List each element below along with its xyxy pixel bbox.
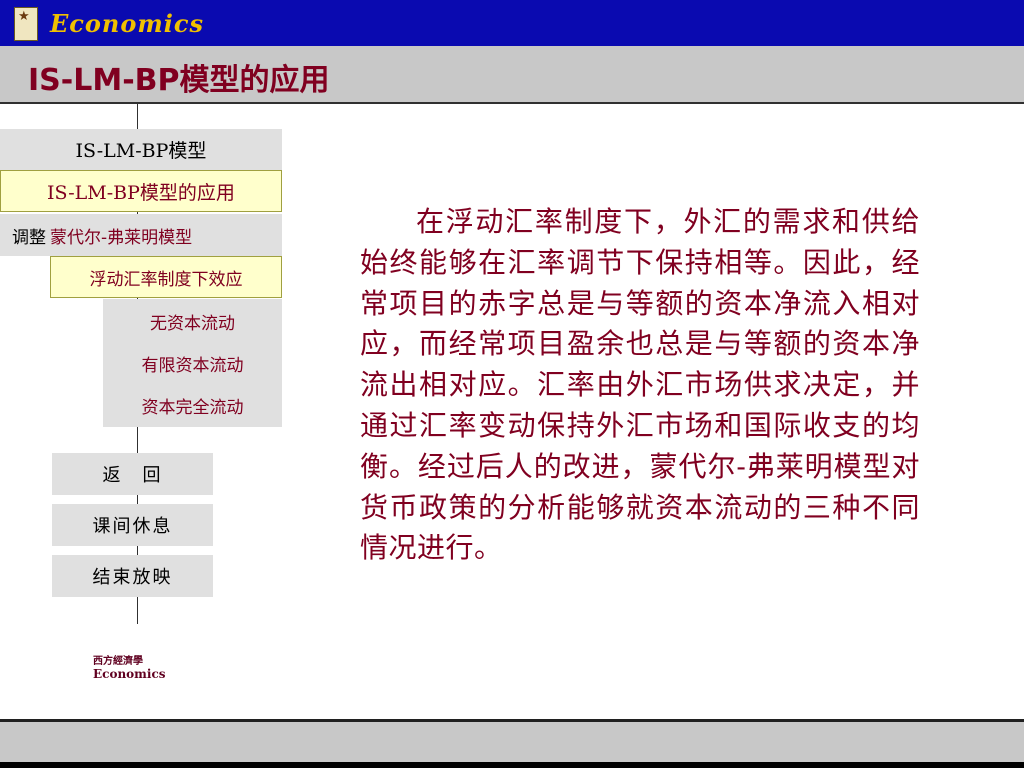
small-logo-en: Economics bbox=[93, 667, 166, 681]
back-button[interactable]: 返 回 bbox=[52, 453, 213, 495]
nav-item-label: 蒙代尔-弗莱明模型 bbox=[50, 227, 193, 248]
title-bar: IS-LM-BP模型的应用 bbox=[0, 46, 1024, 102]
nav-item-mundell-fleming[interactable]: 调整 蒙代尔-弗莱明模型 bbox=[0, 214, 282, 256]
nav-item-lead-text: 调整 bbox=[12, 227, 46, 248]
nav-item-floating-rate-effect[interactable]: 浮动汇率制度下效应 bbox=[50, 256, 282, 298]
content-paragraph: 在浮动汇率制度下，外汇的需求和供给始终能够在汇率调节下保持相等。因此，经常项目的… bbox=[360, 205, 920, 565]
book-logo-icon: ★ bbox=[14, 7, 38, 41]
end-show-button[interactable]: 结束放映 bbox=[52, 555, 213, 597]
title-divider bbox=[0, 102, 1024, 104]
top-bar: ★ Economics bbox=[0, 0, 1024, 46]
page-title: IS-LM-BP模型的应用 bbox=[28, 63, 330, 98]
bottom-bar bbox=[0, 722, 1024, 762]
nav-item-is-lm-bp-model[interactable]: IS-LM-BP模型 bbox=[0, 129, 282, 170]
subnav-item-no-capital-flow[interactable]: 无资本流动 bbox=[103, 300, 282, 342]
bottom-edge bbox=[0, 762, 1024, 768]
small-logo-cn: 西方經濟學 bbox=[93, 656, 143, 667]
subnav-item-full-capital-flow[interactable]: 资本完全流动 bbox=[103, 384, 282, 426]
economics-small-logo: 西方經濟學 Economics bbox=[93, 652, 173, 681]
subnav-item-limited-capital-flow[interactable]: 有限资本流动 bbox=[103, 342, 282, 384]
nav-item-is-lm-bp-application[interactable]: IS-LM-BP模型的应用 bbox=[0, 170, 282, 212]
break-button[interactable]: 课间休息 bbox=[52, 504, 213, 546]
brand-title: Economics bbox=[50, 9, 205, 38]
